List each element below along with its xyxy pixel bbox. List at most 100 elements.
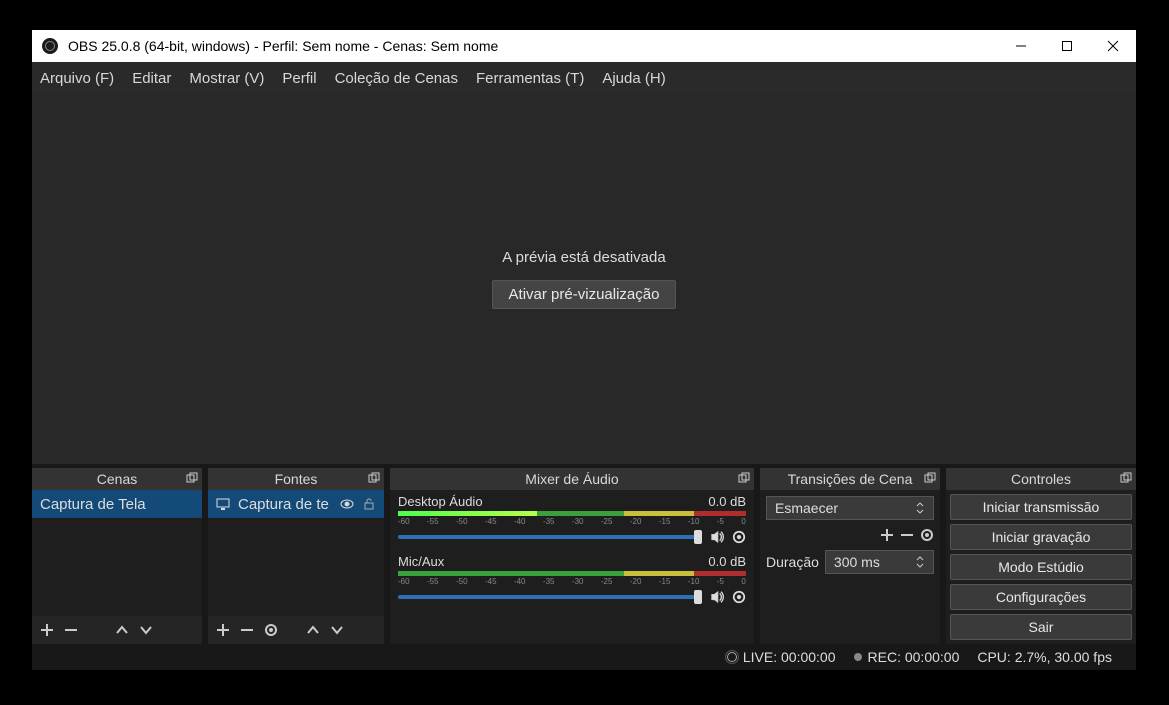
- controls-body: Iniciar transmissão Iniciar gravação Mod…: [946, 490, 1136, 644]
- mixer-channel: Mic/Aux 0.0 dB -60-55-50-45-40-35-30-25-…: [390, 550, 754, 610]
- record-icon: [854, 653, 862, 661]
- menu-arquivo[interactable]: Arquivo (F): [40, 70, 114, 87]
- mixer-body: Desktop Áudio 0.0 dB -60-55-50-45-40-35-…: [390, 490, 754, 644]
- menu-colecao[interactable]: Coleção de Cenas: [335, 70, 458, 87]
- remove-scene-button[interactable]: [64, 623, 78, 637]
- menu-editar[interactable]: Editar: [132, 70, 171, 87]
- lock-icon[interactable]: [362, 497, 376, 511]
- add-source-button[interactable]: [216, 623, 230, 637]
- meter-ticks: -60-55-50-45-40-35-30-25-20-15-10-50: [398, 576, 746, 586]
- vu-meter: [398, 571, 746, 576]
- scene-item[interactable]: Captura de Tela: [32, 490, 202, 518]
- gear-icon[interactable]: [732, 530, 746, 544]
- transitions-title: Transições de Cena: [788, 471, 913, 487]
- transitions-header: Transições de Cena: [760, 468, 940, 490]
- menu-ferramentas[interactable]: Ferramentas (T): [476, 70, 584, 87]
- volume-slider[interactable]: [398, 535, 702, 539]
- docks-row: Cenas Captura de Tela Fontes: [32, 464, 1136, 644]
- add-transition-button[interactable]: [880, 528, 894, 542]
- menu-ajuda[interactable]: Ajuda (H): [602, 70, 665, 87]
- sources-header: Fontes: [208, 468, 384, 490]
- remove-transition-button[interactable]: [900, 528, 914, 542]
- status-cpu-text: CPU: 2.7%, 30.00 fps: [977, 649, 1112, 665]
- sources-list: Captura de te: [208, 490, 384, 616]
- popout-icon[interactable]: [738, 472, 750, 484]
- minimize-button[interactable]: [998, 30, 1044, 62]
- scenes-title: Cenas: [97, 471, 137, 487]
- move-source-down-button[interactable]: [330, 623, 344, 637]
- sources-dock: Fontes Captura de te: [208, 468, 384, 644]
- mixer-title: Mixer de Áudio: [525, 471, 618, 487]
- menubar: Arquivo (F) Editar Mostrar (V) Perfil Co…: [32, 62, 1136, 94]
- channel-db: 0.0 dB: [708, 494, 746, 509]
- eye-icon[interactable]: [340, 497, 354, 511]
- channel-name: Mic/Aux: [398, 554, 444, 569]
- transitions-dock: Transições de Cena Esmaecer Duração 300 …: [760, 468, 940, 644]
- volume-slider[interactable]: [398, 595, 702, 599]
- exit-button[interactable]: Sair: [950, 614, 1132, 640]
- studio-mode-button[interactable]: Modo Estúdio: [950, 554, 1132, 580]
- controls-header: Controles: [946, 468, 1136, 490]
- channel-name: Desktop Áudio: [398, 494, 483, 509]
- scenes-toolbar: [32, 616, 202, 644]
- popout-icon[interactable]: [186, 472, 198, 484]
- duration-input[interactable]: 300 ms: [825, 550, 934, 574]
- source-item-label: Captura de te: [238, 496, 332, 513]
- scene-item-label: Captura de Tela: [40, 496, 146, 513]
- vu-meter: [398, 511, 746, 516]
- source-properties-button[interactable]: [264, 623, 278, 637]
- window-title: OBS 25.0.8 (64-bit, windows) - Perfil: S…: [68, 38, 998, 54]
- speaker-icon[interactable]: [710, 590, 724, 604]
- duration-label: Duração: [766, 554, 819, 570]
- close-button[interactable]: [1090, 30, 1136, 62]
- move-source-up-button[interactable]: [306, 623, 320, 637]
- remove-source-button[interactable]: [240, 623, 254, 637]
- speaker-icon[interactable]: [710, 530, 724, 544]
- duration-value: 300 ms: [834, 554, 880, 570]
- controls-dock: Controles Iniciar transmissão Iniciar gr…: [946, 468, 1136, 644]
- sources-toolbar: [208, 616, 384, 644]
- obs-logo-icon: [42, 38, 58, 54]
- enable-preview-button[interactable]: Ativar pré-vizualização: [492, 280, 677, 309]
- status-cpu: CPU: 2.7%, 30.00 fps: [977, 649, 1112, 665]
- popout-icon[interactable]: [1120, 472, 1132, 484]
- updown-icon: [915, 555, 925, 569]
- meter-ticks: -60-55-50-45-40-35-30-25-20-15-10-50: [398, 516, 746, 526]
- move-scene-up-button[interactable]: [115, 623, 129, 637]
- maximize-button[interactable]: [1044, 30, 1090, 62]
- add-scene-button[interactable]: [40, 623, 54, 637]
- scenes-dock: Cenas Captura de Tela: [32, 468, 202, 644]
- mixer-header: Mixer de Áudio: [390, 468, 754, 490]
- mixer-channel: Desktop Áudio 0.0 dB -60-55-50-45-40-35-…: [390, 490, 754, 550]
- monitor-icon: [216, 497, 230, 511]
- status-live-text: LIVE: 00:00:00: [743, 649, 836, 665]
- start-stream-button[interactable]: Iniciar transmissão: [950, 494, 1132, 520]
- status-rec: REC: 00:00:00: [854, 649, 960, 665]
- sources-title: Fontes: [275, 471, 318, 487]
- status-bar: LIVE: 00:00:00 REC: 00:00:00 CPU: 2.7%, …: [32, 644, 1136, 670]
- scenes-list: Captura de Tela: [32, 490, 202, 616]
- broadcast-icon: [727, 652, 737, 662]
- channel-db: 0.0 dB: [708, 554, 746, 569]
- transition-selected-label: Esmaecer: [775, 500, 838, 516]
- gear-icon[interactable]: [732, 590, 746, 604]
- gear-icon[interactable]: [920, 528, 934, 542]
- source-item[interactable]: Captura de te: [208, 490, 384, 518]
- move-scene-down-button[interactable]: [139, 623, 153, 637]
- status-rec-text: REC: 00:00:00: [868, 649, 960, 665]
- popout-icon[interactable]: [924, 472, 936, 484]
- start-record-button[interactable]: Iniciar gravação: [950, 524, 1132, 550]
- transition-select[interactable]: Esmaecer: [766, 496, 934, 520]
- titlebar: OBS 25.0.8 (64-bit, windows) - Perfil: S…: [32, 30, 1136, 62]
- updown-icon: [915, 502, 925, 514]
- transitions-body: Esmaecer Duração 300 ms: [760, 490, 940, 644]
- menu-mostrar[interactable]: Mostrar (V): [189, 70, 264, 87]
- menu-perfil[interactable]: Perfil: [282, 70, 316, 87]
- preview-disabled-message: A prévia está desativada: [502, 249, 665, 266]
- status-live: LIVE: 00:00:00: [727, 649, 836, 665]
- mixer-dock: Mixer de Áudio Desktop Áudio 0.0 dB -60-…: [390, 468, 754, 644]
- settings-button[interactable]: Configurações: [950, 584, 1132, 610]
- controls-title: Controles: [1011, 471, 1071, 487]
- scenes-header: Cenas: [32, 468, 202, 490]
- popout-icon[interactable]: [368, 472, 380, 484]
